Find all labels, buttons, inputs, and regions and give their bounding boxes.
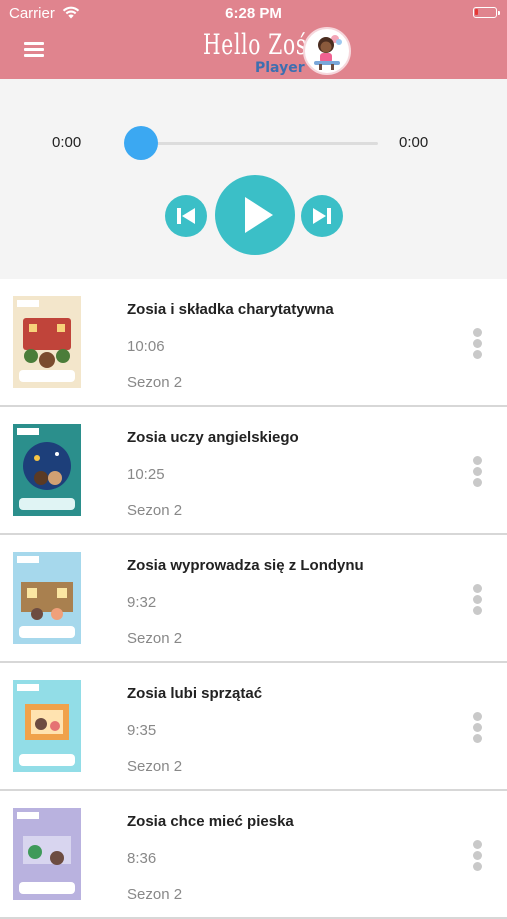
- progress-track[interactable]: [140, 142, 378, 145]
- episode-list: Zosia i składka charytatywna 10:06 Sezon…: [0, 279, 507, 919]
- play-button[interactable]: [215, 175, 295, 255]
- episode-duration: 10:25: [127, 466, 165, 483]
- episode-season: Sezon 2: [127, 374, 183, 391]
- episode-duration: 9:35: [127, 722, 157, 739]
- next-button[interactable]: [301, 195, 343, 237]
- app-logo-subtitle: Player: [255, 60, 305, 76]
- episode-season: Sezon 2: [127, 502, 183, 519]
- episode-cover: [13, 424, 81, 516]
- episode-cover: [13, 808, 81, 900]
- episode-cover: [13, 680, 81, 772]
- battery-icon: [473, 7, 500, 18]
- app-logo-title: Hello Zoś: [203, 28, 307, 61]
- episode-cover: [13, 296, 81, 388]
- episode-season: Sezon 2: [127, 886, 183, 903]
- episode-title: Zosia lubi sprzątać: [127, 685, 263, 702]
- episode-season: Sezon 2: [127, 758, 183, 775]
- episode-title: Zosia wyprowadza się z Londynu: [127, 557, 364, 574]
- episode-duration: 8:36: [127, 850, 157, 867]
- episode-title: Zosia uczy angielskiego: [127, 429, 299, 446]
- clock: 6:28 PM: [225, 5, 282, 22]
- episode-title: Zosia chce mieć pieska: [127, 813, 294, 830]
- episode-row[interactable]: Zosia uczy angielskiego 10:25 Sezon 2: [0, 407, 507, 535]
- episode-row[interactable]: Zosia wyprowadza się z Londynu 9:32 Sezo…: [0, 535, 507, 663]
- more-options-icon[interactable]: [470, 840, 484, 871]
- skip-next-icon: [313, 208, 331, 224]
- more-options-icon[interactable]: [470, 584, 484, 615]
- status-bar: Carrier 6:28 PM: [0, 0, 507, 28]
- mascot-avatar: [303, 27, 351, 75]
- more-options-icon[interactable]: [470, 712, 484, 743]
- audio-player: 0:00 0:00: [0, 79, 507, 279]
- total-time: 0:00: [399, 134, 429, 151]
- play-icon: [245, 197, 273, 233]
- skip-previous-icon: [177, 208, 195, 224]
- app-header: Carrier 6:28 PM Hello Zoś Player: [0, 0, 507, 79]
- episode-row[interactable]: Zosia i składka charytatywna 10:06 Sezon…: [0, 279, 507, 407]
- menu-button[interactable]: [24, 42, 44, 58]
- episode-row[interactable]: Zosia lubi sprzątać 9:35 Sezon 2: [0, 663, 507, 791]
- episode-duration: 9:32: [127, 594, 157, 611]
- current-time: 0:00: [52, 134, 82, 151]
- previous-button[interactable]: [165, 195, 207, 237]
- episode-title: Zosia i składka charytatywna: [127, 301, 334, 318]
- episode-season: Sezon 2: [127, 630, 183, 647]
- progress-slider-thumb[interactable]: [124, 126, 158, 160]
- episode-duration: 10:06: [127, 338, 165, 355]
- more-options-icon[interactable]: [470, 456, 484, 487]
- more-options-icon[interactable]: [470, 328, 484, 359]
- episode-cover: [13, 552, 81, 644]
